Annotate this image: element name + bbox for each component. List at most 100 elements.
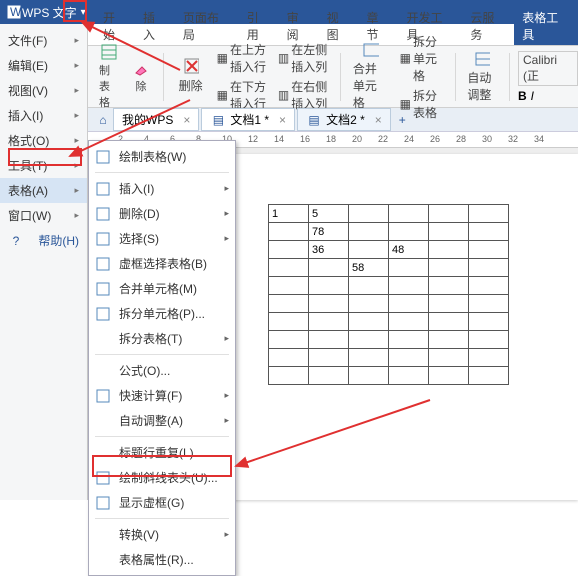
table-cell[interactable] bbox=[469, 331, 509, 349]
table-cell[interactable] bbox=[269, 313, 309, 331]
tab-start[interactable]: 开始 bbox=[95, 7, 135, 45]
tab-cloud[interactable]: 云服务 bbox=[462, 7, 514, 45]
table-cell[interactable] bbox=[389, 277, 429, 295]
table-cell[interactable] bbox=[349, 295, 389, 313]
tab-tabletools[interactable]: 表格工具 bbox=[514, 7, 578, 45]
table-cell[interactable] bbox=[309, 331, 349, 349]
table-cell[interactable] bbox=[349, 331, 389, 349]
table-cell[interactable] bbox=[389, 349, 429, 367]
submenu-item-merge[interactable]: 合并单元格(M) bbox=[89, 276, 235, 301]
table-cell[interactable] bbox=[469, 277, 509, 295]
table-cell[interactable] bbox=[309, 349, 349, 367]
table-row[interactable]: 15 bbox=[269, 205, 509, 223]
table-cell[interactable] bbox=[389, 223, 429, 241]
close-icon[interactable]: × bbox=[183, 113, 190, 127]
autofit-button[interactable]: 自动调整 bbox=[463, 49, 501, 105]
table-cell[interactable] bbox=[309, 277, 349, 295]
table-cell[interactable] bbox=[349, 313, 389, 331]
table-cell[interactable] bbox=[389, 295, 429, 313]
draw-table-button[interactable]: 制表格 bbox=[95, 42, 123, 112]
close-icon[interactable]: × bbox=[279, 113, 286, 127]
table-cell[interactable] bbox=[429, 241, 469, 259]
table-cell[interactable] bbox=[349, 349, 389, 367]
table-cell[interactable] bbox=[389, 367, 429, 385]
submenu-item-sel[interactable]: 选择(S)▸ bbox=[89, 226, 235, 251]
table-cell[interactable]: 5 bbox=[309, 205, 349, 223]
insert-left-button[interactable]: ▥在左侧插入列 bbox=[275, 40, 332, 76]
merge-cells-button[interactable]: 合并单元格 bbox=[349, 40, 393, 113]
table-cell[interactable]: 36 bbox=[309, 241, 349, 259]
table-cell[interactable] bbox=[469, 295, 509, 313]
close-icon[interactable]: × bbox=[375, 113, 382, 127]
table-row[interactable] bbox=[269, 349, 509, 367]
table-cell[interactable]: 78 bbox=[309, 223, 349, 241]
menu-item-file[interactable]: 文件(F)▸ bbox=[0, 28, 87, 53]
table-cell[interactable] bbox=[309, 367, 349, 385]
table-cell[interactable] bbox=[269, 223, 309, 241]
table-cell[interactable]: 1 bbox=[269, 205, 309, 223]
add-tab-button[interactable]: + bbox=[393, 113, 412, 127]
submenu-item-conv[interactable]: 转换(V)▸ bbox=[89, 522, 235, 547]
doc-tab-2[interactable]: ▤文档2 *× bbox=[297, 108, 391, 131]
table-cell[interactable] bbox=[389, 313, 429, 331]
table-cell[interactable] bbox=[269, 331, 309, 349]
insert-above-button[interactable]: ▦在上方插入行 bbox=[214, 40, 271, 76]
delete-button[interactable]: 删除 bbox=[172, 57, 210, 96]
table-cell[interactable]: 48 bbox=[389, 241, 429, 259]
submenu-item-ins[interactable]: 插入(I)▸ bbox=[89, 176, 235, 201]
table-cell[interactable] bbox=[349, 277, 389, 295]
menu-item-format[interactable]: 格式(O)▸ bbox=[0, 128, 87, 153]
bold-button[interactable]: B bbox=[518, 89, 527, 103]
table-cell[interactable] bbox=[429, 223, 469, 241]
eraser-button[interactable]: 除 bbox=[127, 58, 155, 96]
table-cell[interactable] bbox=[429, 331, 469, 349]
table-cell[interactable] bbox=[389, 331, 429, 349]
table-cell[interactable] bbox=[469, 349, 509, 367]
table-cell[interactable] bbox=[469, 223, 509, 241]
table-cell[interactable] bbox=[309, 259, 349, 277]
doc-tab-1[interactable]: ▤文档1 *× bbox=[201, 108, 295, 131]
table-cell[interactable] bbox=[269, 295, 309, 313]
table-cell[interactable] bbox=[429, 259, 469, 277]
table-cell[interactable] bbox=[469, 205, 509, 223]
submenu-item-header[interactable]: 标题行重复(L) bbox=[89, 440, 235, 465]
menu-item-tool[interactable]: 工具(T)▸ bbox=[0, 153, 87, 178]
table-cell[interactable] bbox=[429, 277, 469, 295]
submenu-item-draw[interactable]: 绘制表格(W) bbox=[89, 144, 235, 169]
submenu-item-calc[interactable]: 快速计算(F)▸ bbox=[89, 383, 235, 408]
data-table[interactable]: 157836 4858 bbox=[268, 204, 509, 385]
submenu-item-formula[interactable]: 公式(O)... bbox=[89, 358, 235, 383]
table-cell[interactable] bbox=[469, 259, 509, 277]
table-row[interactable] bbox=[269, 313, 509, 331]
submenu-item-prop[interactable]: 表格属性(R)... bbox=[89, 547, 235, 572]
table-cell[interactable] bbox=[309, 313, 349, 331]
split-cells-button[interactable]: ▦拆分单元格 bbox=[397, 32, 447, 85]
italic-button[interactable]: I bbox=[531, 89, 534, 103]
submenu-item-diag[interactable]: 绘制斜线表头(U)... bbox=[89, 465, 235, 490]
table-cell[interactable] bbox=[269, 277, 309, 295]
table-cell[interactable] bbox=[429, 295, 469, 313]
table-cell[interactable] bbox=[269, 241, 309, 259]
submenu-item-splitc[interactable]: 拆分单元格(P)... bbox=[89, 301, 235, 326]
table-cell[interactable] bbox=[349, 241, 389, 259]
table-cell[interactable]: 58 bbox=[349, 259, 389, 277]
table-row[interactable] bbox=[269, 331, 509, 349]
table-cell[interactable] bbox=[309, 295, 349, 313]
table-cell[interactable] bbox=[389, 205, 429, 223]
menu-item-table[interactable]: 表格(A)▸ bbox=[0, 178, 87, 203]
table-row[interactable]: 36 48 bbox=[269, 241, 509, 259]
table-cell[interactable] bbox=[269, 259, 309, 277]
tab-insert[interactable]: 插入 bbox=[135, 7, 175, 45]
table-row[interactable] bbox=[269, 277, 509, 295]
table-cell[interactable] bbox=[349, 223, 389, 241]
table-cell[interactable] bbox=[469, 313, 509, 331]
table-cell[interactable] bbox=[269, 349, 309, 367]
menu-item-insert[interactable]: 插入(I)▸ bbox=[0, 103, 87, 128]
menu-item-view[interactable]: 视图(V)▸ bbox=[0, 78, 87, 103]
font-selector[interactable]: Calibri (正 bbox=[518, 51, 578, 86]
table-cell[interactable] bbox=[429, 349, 469, 367]
submenu-item-splitt[interactable]: 拆分表格(T)▸ bbox=[89, 326, 235, 351]
table-cell[interactable] bbox=[269, 367, 309, 385]
table-cell[interactable] bbox=[469, 367, 509, 385]
table-row[interactable] bbox=[269, 295, 509, 313]
